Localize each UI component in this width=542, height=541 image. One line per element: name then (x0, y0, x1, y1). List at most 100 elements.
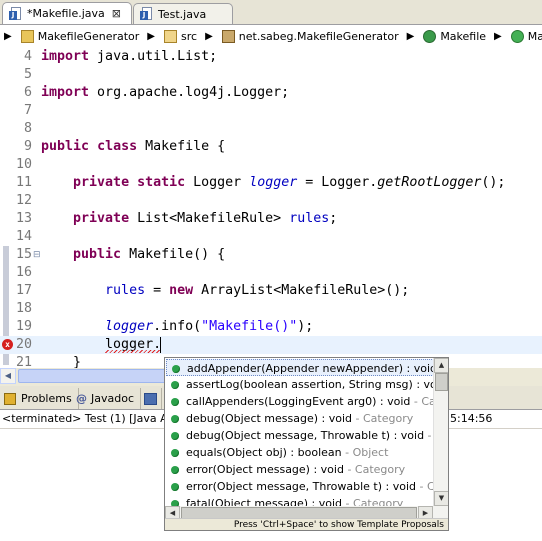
line-number: 11 (15, 175, 32, 190)
constructor-icon (510, 30, 524, 43)
code-line[interactable]: 7 (0, 102, 542, 120)
tab-javadoc[interactable]: @ Javadoc (72, 388, 141, 409)
breadcrumb-item-src[interactable]: src (162, 30, 197, 43)
declaring-type: - Object (341, 446, 389, 459)
method-signature: debug(Object message, Throwable t) : voi… (186, 429, 425, 442)
code-line[interactable]: 14 (0, 228, 542, 246)
problems-icon (4, 392, 16, 405)
tab-test-java[interactable]: J Test.java (133, 3, 233, 24)
line-number: 5 (23, 67, 32, 82)
line-number: 16 (15, 265, 32, 280)
public-method-icon (171, 466, 179, 474)
code-line[interactable]: 13 private List<MakefileRule> rules; (0, 210, 542, 228)
declaring-type: - Category (419, 480, 434, 493)
line-number: 12 (15, 193, 32, 208)
popup-footer: Press 'Ctrl+Space' to show Template Prop… (165, 518, 448, 530)
code-text: import org.apache.log4j.Logger; (41, 85, 290, 100)
line-number: 7 (23, 103, 32, 118)
scrollbar-thumb[interactable] (435, 373, 448, 391)
tab-problems[interactable]: Problems (0, 388, 79, 409)
method-signature: assertLog(boolean assertion, String msg)… (186, 378, 434, 391)
code-text: private List<MakefileRule> rules; (73, 211, 338, 226)
error-icon[interactable]: x (2, 339, 13, 350)
code-line[interactable]: 18 (0, 300, 542, 318)
line-number: 18 (15, 301, 32, 316)
chevron-right-icon[interactable]: ▶ (4, 31, 12, 42)
line-number: 20 (15, 337, 32, 352)
code-line[interactable]: 11 private static Logger logger = Logger… (0, 174, 542, 192)
tab-declaration[interactable] (140, 388, 162, 409)
code-line[interactable]: 19 logger.info("Makefile()"); (0, 318, 542, 336)
code-line[interactable]: 9 public class Makefile { (0, 138, 542, 156)
java-file-icon: J (9, 6, 22, 21)
error-squiggle (105, 350, 160, 353)
code-line[interactable]: 5 (0, 66, 542, 84)
scroll-left-icon[interactable]: ◀ (0, 368, 16, 384)
breadcrumb-label: src (181, 30, 198, 43)
declaring-type: - Category (352, 412, 414, 425)
popup-vertical-scrollbar[interactable]: ▲ ▼ (433, 358, 448, 506)
package-icon (221, 30, 235, 43)
breadcrumb-label: MakefileGenerator (37, 30, 140, 43)
chevron-right-icon[interactable]: ▶ (147, 31, 155, 42)
chevron-right-icon[interactable]: ▶ (407, 31, 415, 42)
code-text: import java.util.List; (41, 49, 218, 64)
line-number: 13 (15, 211, 32, 226)
content-assist-popup: addAppender(Appender newAppender) : void… (164, 357, 449, 531)
code-line[interactable]: 4 import java.util.List; (0, 48, 542, 66)
tab-makefile-java[interactable]: J *Makefile.java ⊠ (2, 2, 132, 24)
breadcrumb-item-package[interactable]: net.sabeg.MakefileGenerator (220, 30, 399, 43)
code-text: public Makefile() { (73, 247, 226, 262)
breadcrumb-item-class[interactable]: Makefile (421, 30, 486, 43)
tab-label: Problems (21, 392, 72, 405)
chevron-right-icon[interactable]: ▶ (494, 31, 502, 42)
code-line[interactable]: 15 public Makefile() { ⊟ (0, 246, 542, 264)
completion-text: error(Object message) : void - Category (186, 461, 405, 478)
completion-item[interactable]: equals(Object obj) : boolean - Object (166, 444, 434, 461)
line-number: 4 (23, 49, 32, 64)
code-text: rules = new ArrayList<MakefileRule>(); (105, 283, 410, 298)
code-editor[interactable]: 4 import java.util.List; 5 6 import org.apac… (0, 48, 542, 368)
completion-item[interactable]: debug(Object message, Throwable t) : voi… (166, 427, 434, 444)
code-line[interactable]: 16 (0, 264, 542, 282)
public-method-icon (171, 432, 179, 440)
completion-item[interactable]: error(Object message, Throwable t) : voi… (166, 478, 434, 495)
breadcrumb-label: net.sabeg.MakefileGenerator (238, 30, 399, 43)
fold-icon[interactable]: ⊟ (33, 246, 41, 264)
editor-tab-bar: J *Makefile.java ⊠ J Test.java (0, 0, 542, 25)
code-text: } (41, 355, 82, 368)
java-file-icon: J (140, 7, 153, 21)
code-line[interactable]: 17 rules = new ArrayList<MakefileRule>()… (0, 282, 542, 300)
line-number: 14 (15, 229, 32, 244)
completion-text: debug(Object message) : void - Category (186, 410, 413, 427)
project-icon (20, 30, 34, 43)
completion-text: debug(Object message, Throwable t) : voi… (186, 427, 434, 444)
tab-label: *Makefile.java (27, 7, 105, 20)
scroll-down-icon[interactable]: ▼ (434, 491, 448, 506)
code-line[interactable]: 12 (0, 192, 542, 210)
source-folder-icon (164, 30, 177, 43)
breadcrumb-item-project[interactable]: MakefileGenerator (19, 30, 140, 43)
method-signature: debug(Object message) : void (186, 412, 353, 425)
completion-text: equals(Object obj) : boolean - Object (186, 444, 388, 461)
code-line[interactable]: 20 logger. x (0, 336, 542, 354)
chevron-right-icon[interactable]: ▶ (205, 31, 213, 42)
scrollbar-thumb[interactable] (18, 369, 178, 383)
completion-item[interactable]: addAppender(Appender newAppender) : void… (166, 359, 434, 376)
code-text: logger.info("Makefile()"); (105, 319, 314, 334)
scroll-up-icon[interactable]: ▲ (434, 358, 448, 373)
breadcrumb-label: Makefile (440, 30, 487, 43)
code-line[interactable]: 8 (0, 120, 542, 138)
close-icon[interactable]: ⊠ (112, 7, 121, 20)
line-number: 15 (15, 247, 32, 262)
breadcrumb-item-constructor[interactable]: Makefile() (509, 30, 542, 43)
completion-item[interactable]: callAppenders(LoggingEvent arg0) : void … (166, 393, 434, 410)
declaration-icon (144, 392, 157, 405)
code-line[interactable]: 6 import org.apache.log4j.Logger; (0, 84, 542, 102)
completion-item[interactable]: assertLog(boolean assertion, String msg)… (166, 376, 434, 393)
code-line[interactable]: 10 (0, 156, 542, 174)
text-cursor (160, 337, 161, 353)
completion-item[interactable]: error(Object message) : void - Category (166, 461, 434, 478)
line-number: 17 (15, 283, 32, 298)
completion-item[interactable]: debug(Object message) : void - Category (166, 410, 434, 427)
